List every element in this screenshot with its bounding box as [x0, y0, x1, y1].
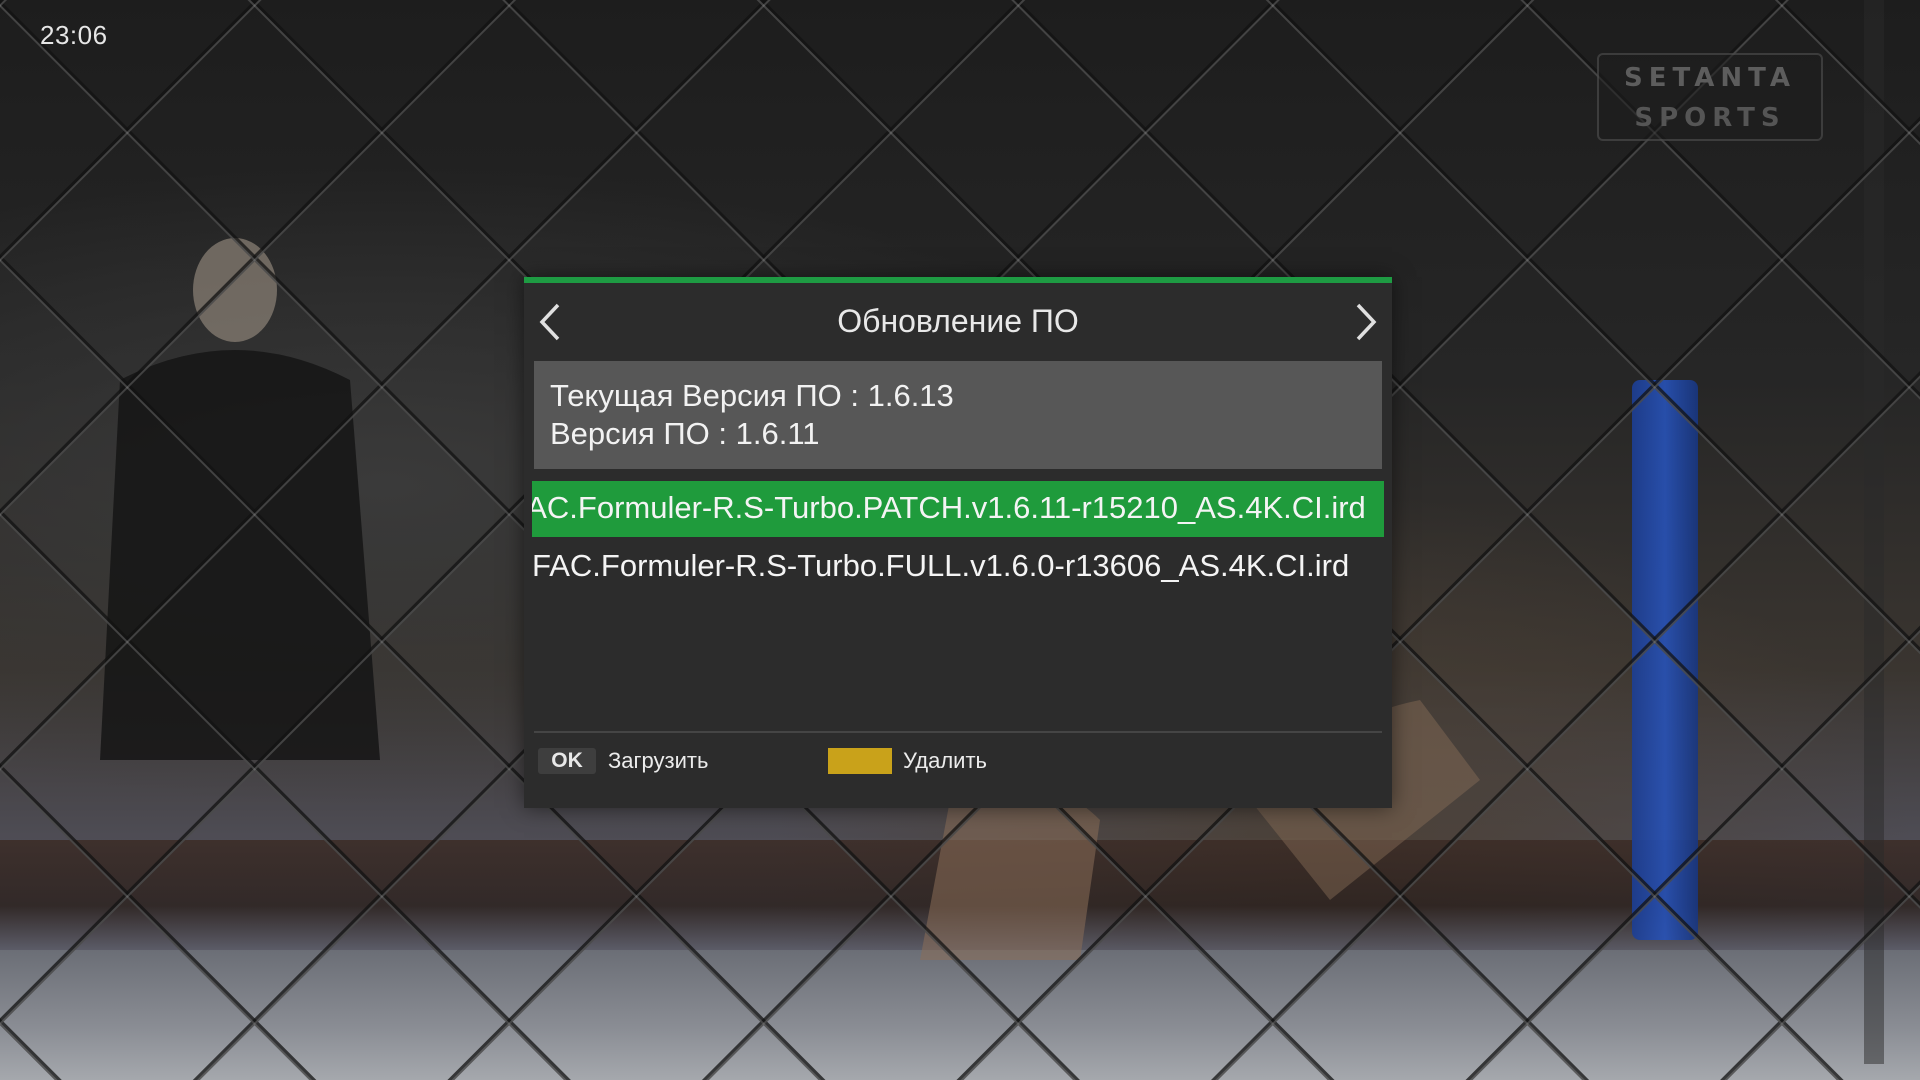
file-list-item[interactable]: FAC.Formuler-R.S-Turbo.FULL.v1.6.0-r1360…	[532, 539, 1384, 595]
dialog-footer: OK Загрузить Удалить	[538, 744, 1378, 778]
dialog-title: Обновление ПО	[837, 303, 1079, 339]
ok-action-label: Загрузить	[608, 748, 709, 773]
file-list-item-selected[interactable]: FAC.Formuler-R.S-Turbo.PATCH.v1.6.11-r15…	[532, 481, 1384, 537]
clock: 23:06	[40, 20, 108, 50]
software-update-dialog: Обновление ПО Текущая Версия ПО : 1.6.13…	[524, 277, 1392, 808]
firmware-file-list: FAC.Formuler-R.S-Turbo.PATCH.v1.6.11-r15…	[532, 481, 1384, 597]
chevron-right-icon[interactable]	[1346, 297, 1386, 347]
available-version-text: Версия ПО : 1.6.11	[550, 416, 820, 451]
version-info-box: Текущая Версия ПО : 1.6.13 Версия ПО : 1…	[534, 361, 1382, 469]
channel-logo-line1: SETANTA	[1624, 63, 1796, 93]
yellow-action-label: Удалить	[903, 748, 987, 773]
current-version-text: Текущая Версия ПО : 1.6.13	[550, 378, 954, 413]
yellow-key-button[interactable]	[828, 748, 892, 774]
channel-logo: SETANTA SPORTS	[1597, 53, 1823, 141]
footer-divider	[534, 731, 1382, 733]
file-name: FAC.Formuler-R.S-Turbo.PATCH.v1.6.11-r15…	[532, 490, 1366, 525]
file-name: FAC.Formuler-R.S-Turbo.FULL.v1.6.0-r1360…	[532, 548, 1350, 583]
ok-key-button[interactable]: OK	[538, 748, 596, 774]
chevron-left-icon[interactable]	[530, 297, 570, 347]
channel-logo-line2: SPORTS	[1634, 103, 1786, 133]
dialog-header: Обновление ПО	[524, 283, 1392, 361]
